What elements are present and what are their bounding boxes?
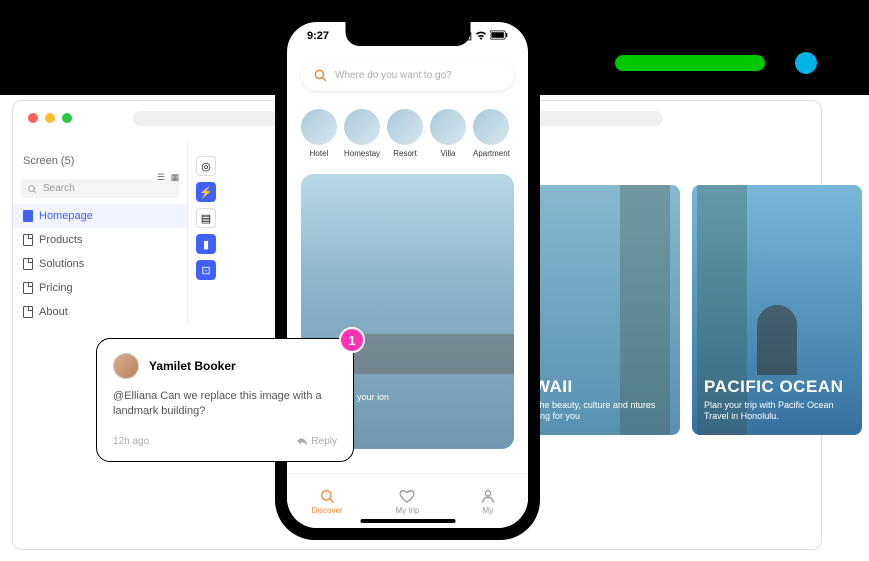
comment-time: 12h ago — [113, 436, 149, 447]
person-silhouette — [757, 305, 797, 375]
card-subtitle: Plan your trip with Pacific Ocean Travel… — [704, 400, 850, 423]
category-thumb — [430, 109, 466, 145]
category-thumb — [387, 109, 423, 145]
battery-icon — [490, 30, 508, 43]
heart-icon — [399, 488, 415, 504]
category-hotel[interactable]: Hotel — [301, 109, 337, 158]
tool-toggle[interactable]: ⊡ — [196, 260, 216, 280]
sidebar-item-label: Pricing — [39, 282, 73, 294]
sidebar-item-label: About — [39, 306, 68, 318]
status-dot — [795, 52, 817, 74]
screens-sidebar: Screen (5) Search ☰ ▦ Homepage Products … — [13, 141, 188, 324]
wifi-icon — [475, 30, 487, 43]
view-list-button[interactable]: ☰ — [155, 171, 167, 183]
maximize-window-button[interactable] — [62, 113, 72, 123]
page-icon — [23, 306, 33, 318]
sidebar-item-label: Solutions — [39, 258, 84, 270]
page-icon — [23, 210, 33, 222]
destination-search-input[interactable]: Where do you want to go? — [301, 59, 514, 91]
status-pill — [615, 55, 765, 71]
search-icon — [319, 488, 335, 504]
home-indicator[interactable] — [360, 519, 455, 523]
tool-device[interactable]: ▮ — [196, 234, 216, 254]
category-apartment[interactable]: Apartment — [473, 109, 510, 158]
category-thumb — [473, 109, 509, 145]
avatar — [113, 353, 139, 379]
category-villa[interactable]: Villa — [430, 109, 466, 158]
sidebar-item-about[interactable]: About — [13, 300, 187, 324]
category-thumb — [344, 109, 380, 145]
sidebar-item-label: Homepage — [39, 210, 93, 222]
card-subtitle: ver the beauty, culture and ntures waiti… — [522, 400, 668, 423]
comment-author: Yamilet Booker — [149, 359, 236, 373]
card-title: PACIFIC OCEAN — [704, 377, 850, 397]
tool-target[interactable]: ◎ — [196, 156, 216, 176]
minimize-window-button[interactable] — [45, 113, 55, 123]
close-window-button[interactable] — [28, 113, 38, 123]
category-resort[interactable]: Resort — [387, 109, 423, 158]
phone-notch — [345, 22, 470, 46]
category-row: Hotel Homestay Resort Villa Apartment — [287, 99, 528, 168]
user-icon — [480, 488, 496, 504]
comment-card[interactable]: 1 Yamilet Booker @Elliana Can we replace… — [96, 338, 354, 462]
comment-body: @Elliana Can we replace this image with … — [113, 389, 337, 420]
page-icon — [23, 258, 33, 270]
sidebar-item-label: Products — [39, 234, 82, 246]
reply-button[interactable]: Reply — [296, 436, 337, 447]
card-title: AWAII — [522, 377, 668, 397]
search-icon — [27, 184, 37, 194]
screens-heading: Screen (5) — [13, 149, 187, 173]
sidebar-item-pricing[interactable]: Pricing — [13, 276, 187, 300]
notification-badge: 1 — [339, 327, 365, 353]
sidebar-item-products[interactable]: Products — [13, 228, 187, 252]
canvas-toolbar: ◎ ⚡ ▤ ▮ ⊡ — [196, 156, 216, 280]
reply-icon — [296, 436, 308, 446]
category-homestay[interactable]: Homestay — [344, 109, 380, 158]
sidebar-item-homepage[interactable]: Homepage — [13, 204, 187, 228]
page-icon — [23, 282, 33, 294]
sidebar-item-solutions[interactable]: Solutions — [13, 252, 187, 276]
tool-lightning[interactable]: ⚡ — [196, 182, 216, 202]
nav-my[interactable]: My — [448, 474, 528, 528]
category-thumb — [301, 109, 337, 145]
tool-note[interactable]: ▤ — [196, 208, 216, 228]
view-grid-button[interactable]: ▦ — [169, 171, 181, 183]
page-icon — [23, 234, 33, 246]
nav-discover[interactable]: Discover — [287, 474, 367, 528]
destination-card-pacific-ocean[interactable]: PACIFIC OCEAN Plan your trip with Pacifi… — [692, 185, 862, 435]
search-icon — [313, 68, 327, 82]
status-time: 9:27 — [307, 30, 329, 43]
